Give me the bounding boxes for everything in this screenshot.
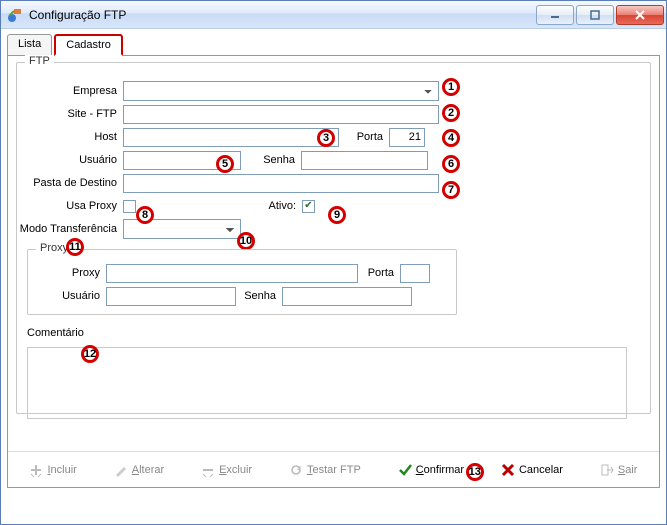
maximize-button[interactable] — [576, 5, 614, 25]
tab-panel: FTP Empresa 1 Site - FTP 2 Host 3 Porta … — [7, 55, 660, 488]
tab-strip: Lista Cadastro — [1, 29, 666, 55]
ativo-label: Ativo: — [264, 200, 302, 212]
cancel-icon — [501, 463, 515, 477]
senha-label: Senha — [241, 154, 301, 166]
proxy-proxy-label: Proxy — [38, 267, 106, 279]
cancelar-label: Cancelar — [519, 464, 563, 476]
site-input[interactable] — [123, 105, 439, 124]
site-label: Site - FTP — [27, 108, 123, 120]
excluir-button[interactable]: Excluir — [201, 463, 252, 477]
annotation-2: 2 — [442, 104, 460, 122]
proxy-senha-input[interactable] — [282, 287, 412, 306]
footer-toolbar: Incluir Alterar Excluir Testar FTP Confi… — [8, 451, 659, 487]
proxy-senha-label: Senha — [236, 290, 282, 302]
proxy-porta-label: Porta — [358, 267, 400, 279]
cancelar-button[interactable]: Cancelar — [501, 463, 563, 477]
minus-icon — [201, 463, 215, 477]
usaproxy-checkbox[interactable] — [123, 200, 136, 213]
pasta-input[interactable] — [123, 174, 439, 193]
proxy-usuario-input[interactable] — [106, 287, 236, 306]
porta-label: Porta — [339, 131, 389, 143]
alterar-label: lterar — [139, 464, 164, 476]
annotation-4: 4 — [442, 129, 460, 147]
empresa-select[interactable] — [123, 81, 439, 101]
ftp-legend: FTP — [25, 55, 54, 67]
app-icon — [7, 7, 23, 23]
ativo-checkbox[interactable] — [302, 200, 315, 213]
confirmar-label: onfirmar — [424, 464, 464, 476]
incluir-label: ncluir — [51, 464, 77, 476]
host-input[interactable] — [123, 128, 339, 147]
annotation-13: 13 — [466, 463, 484, 481]
modo-select[interactable] — [123, 219, 241, 239]
empresa-label: Empresa — [27, 85, 123, 97]
plus-icon — [29, 463, 43, 477]
comentario-textarea[interactable] — [27, 347, 627, 419]
testar-label: estar FTP — [313, 464, 361, 476]
alterar-button[interactable]: Alterar — [114, 463, 164, 477]
minimize-button[interactable] — [536, 5, 574, 25]
tab-cadastro[interactable]: Cadastro — [54, 34, 123, 56]
pasta-label: Pasta de Destino — [27, 177, 123, 189]
proxy-group: Proxy 11 Proxy Porta Usuário Senha — [27, 249, 457, 315]
excluir-label: xcluir — [226, 464, 252, 476]
modo-label: Modo Transferência — [15, 223, 123, 235]
comentario-label: Comentário — [27, 327, 84, 339]
close-button[interactable] — [616, 5, 664, 25]
testar-button[interactable]: Testar FTP — [289, 463, 361, 477]
edit-icon — [114, 463, 128, 477]
usaproxy-label: Usa Proxy — [27, 200, 123, 212]
window-title: Configuração FTP — [29, 8, 534, 22]
incluir-button[interactable]: Incluir — [29, 463, 76, 477]
confirmar-button[interactable]: Confirmar 13 — [398, 463, 464, 477]
ftp-group: FTP Empresa 1 Site - FTP 2 Host 3 Porta … — [16, 62, 651, 414]
annotation-6: 6 — [442, 155, 460, 173]
porta-input[interactable] — [389, 128, 425, 147]
sair-button[interactable]: Sair — [600, 463, 638, 477]
proxy-proxy-input[interactable] — [106, 264, 358, 283]
proxy-usuario-label: Usuário — [38, 290, 106, 302]
annotation-1: 1 — [442, 78, 460, 96]
refresh-icon — [289, 463, 303, 477]
proxy-legend: Proxy — [36, 242, 72, 254]
usuario-input[interactable] — [123, 151, 241, 170]
senha-input[interactable] — [301, 151, 428, 170]
exit-icon — [600, 463, 614, 477]
check-icon — [398, 463, 412, 477]
sair-label: air — [625, 464, 637, 476]
title-bar: Configuração FTP — [1, 1, 666, 29]
proxy-porta-input[interactable] — [400, 264, 430, 283]
tab-lista[interactable]: Lista — [7, 34, 52, 56]
host-label: Host — [27, 131, 123, 143]
usuario-label: Usuário — [27, 154, 123, 166]
